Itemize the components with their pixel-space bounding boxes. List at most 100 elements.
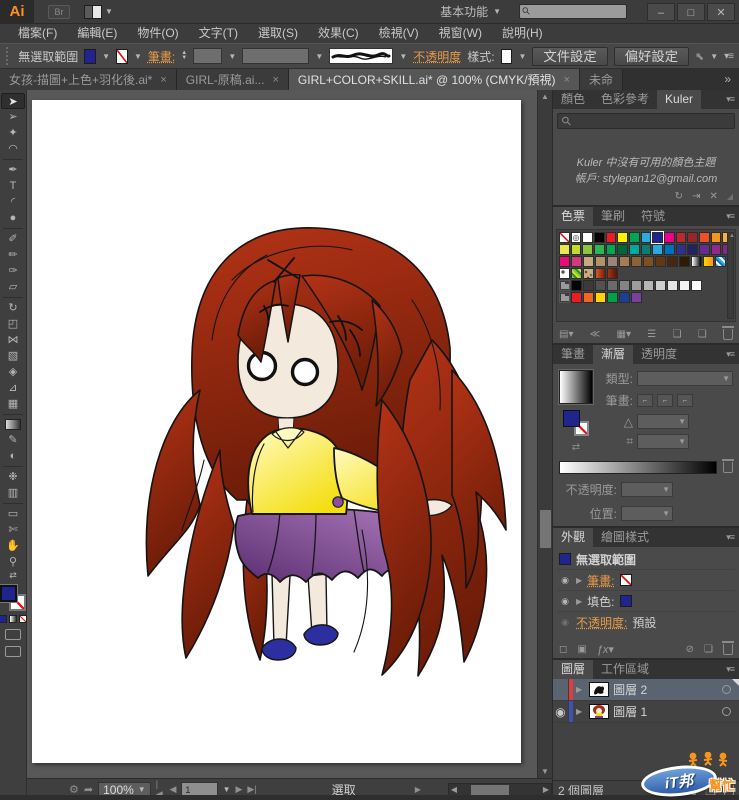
swatch[interactable] — [594, 244, 605, 255]
resize-grip-icon[interactable]: ◢ — [727, 192, 733, 201]
visibility-eye-icon[interactable]: ◉ — [553, 701, 569, 722]
swatch[interactable] — [651, 231, 665, 244]
scroll-down-icon[interactable]: ▼ — [538, 767, 552, 776]
prev-page-icon[interactable]: ◀ — [169, 784, 176, 795]
swatch[interactable] — [607, 280, 618, 291]
tab-color-guide[interactable]: 色彩參考 — [593, 90, 657, 109]
swatch-pattern[interactable] — [583, 268, 594, 279]
chevron-down-icon[interactable]: ▼ — [134, 52, 142, 61]
layer-row-2[interactable]: ▶ 圖層 2 — [553, 679, 739, 701]
line-segment-tool[interactable]: ◜ — [1, 194, 25, 210]
swatch-pattern[interactable] — [571, 268, 582, 279]
last-page-icon[interactable]: ▶| — [247, 784, 256, 795]
fill-indicator[interactable] — [0, 584, 18, 603]
width-tool[interactable]: ⋈ — [1, 332, 25, 348]
stroke-color-swatch[interactable] — [116, 48, 128, 64]
add-stroke-icon[interactable]: ◻ — [559, 644, 567, 655]
scale-tool[interactable]: ◰ — [1, 316, 25, 332]
gradient-position-select[interactable]: ▼ — [621, 506, 673, 521]
gradient-tool[interactable] — [5, 419, 21, 430]
expand-triangle-icon[interactable]: ▶ — [576, 707, 582, 716]
gradient-fill-stroke-indicator[interactable] — [563, 410, 589, 436]
document-tab[interactable]: 女孩-描圖+上色+羽化後.ai* × — [0, 69, 177, 90]
eyedropper-tool[interactable]: ✎ — [1, 432, 25, 448]
column-graph-tool[interactable]: ▥ — [1, 485, 25, 501]
artboard-tool[interactable]: ▭ — [1, 506, 25, 522]
swatch[interactable] — [595, 292, 606, 303]
swatch[interactable] — [675, 232, 687, 243]
zoom-tool[interactable]: ⚲ — [1, 554, 25, 570]
visibility-eye-icon[interactable]: ◉ — [559, 617, 571, 628]
swatch-folder[interactable] — [559, 292, 570, 303]
kuler-search-input[interactable]: ⚲ — [557, 113, 735, 129]
swatch[interactable] — [679, 256, 690, 267]
tab-color[interactable]: 顏色 — [553, 90, 593, 109]
stroke-gradient-across-icon[interactable]: ⌐ — [677, 394, 693, 407]
swatch[interactable] — [583, 256, 594, 267]
perspective-grid-tool[interactable]: ⊿ — [1, 380, 25, 396]
gradient-thumbnail[interactable] — [558, 369, 594, 405]
shape-builder-tool[interactable]: ◈ — [1, 364, 25, 380]
duplicate-item-icon[interactable]: ❏ — [704, 644, 713, 655]
panel-menu-icon[interactable]: ▾≡ — [721, 660, 739, 679]
swatch[interactable] — [571, 292, 582, 303]
canvas-area[interactable] — [27, 90, 537, 778]
swatch-scrollbar[interactable]: ▲ — [727, 232, 735, 319]
close-button[interactable]: ✕ — [707, 2, 735, 21]
gradient-aspect-select[interactable]: ▼ — [637, 434, 689, 449]
tab-symbols[interactable]: 符號 — [633, 207, 673, 226]
appearance-opacity-link[interactable]: 不透明度: — [576, 614, 627, 631]
swatch[interactable] — [652, 244, 664, 255]
new-color-group-icon[interactable]: ❏ — [673, 329, 682, 340]
visibility-eye-icon[interactable]: ◉ — [559, 575, 571, 586]
swatch[interactable] — [583, 280, 594, 291]
menu-effect[interactable]: 效果(C) — [308, 24, 369, 43]
scroll-up-icon[interactable]: ▲ — [538, 92, 552, 101]
stroke-gradient-within-icon[interactable]: ⌐ — [637, 394, 653, 407]
swatch[interactable] — [571, 256, 582, 267]
stroke-gradient-along-icon[interactable]: ⌐ — [657, 394, 673, 407]
swatch[interactable] — [582, 244, 594, 255]
show-swatch-kinds-icon[interactable]: ▦▾ — [617, 329, 631, 340]
swatch[interactable] — [667, 256, 678, 267]
layer-target-icon[interactable] — [722, 685, 731, 694]
panel-menu-icon[interactable]: ▾≡ — [721, 528, 739, 547]
swatch[interactable] — [640, 232, 652, 243]
visibility-eye-icon[interactable]: ◉ — [559, 596, 571, 607]
swatch[interactable] — [605, 244, 617, 255]
swatch[interactable] — [667, 280, 678, 291]
chevron-down-icon[interactable]: ▼ — [518, 52, 526, 61]
menu-select[interactable]: 選取(S) — [248, 24, 308, 43]
swatch-none[interactable] — [559, 232, 570, 243]
swatch[interactable] — [619, 280, 630, 291]
chevron-down-icon[interactable]: ▼ — [228, 52, 236, 61]
refresh-icon[interactable]: ↻ — [675, 191, 683, 202]
menu-view[interactable]: 檢視(V) — [369, 24, 429, 43]
next-page-icon[interactable]: ▶ — [235, 784, 242, 795]
add-fill-icon[interactable]: ▣ — [577, 644, 586, 655]
gradient-angle-select[interactable]: ▼ — [637, 414, 689, 429]
preferences-button[interactable]: 偏好設定 — [613, 46, 690, 66]
swatch-pattern[interactable] — [559, 268, 570, 279]
vertical-scroll-thumb[interactable] — [540, 510, 551, 548]
close-tab-icon[interactable]: × — [564, 74, 570, 86]
panel-menu-icon[interactable]: ▾≡ — [721, 207, 739, 226]
menu-file[interactable]: 檔案(F) — [8, 24, 67, 43]
none-button[interactable] — [19, 615, 27, 623]
status-expand-icon[interactable]: ▶ — [415, 785, 421, 794]
swatch-libraries-icon[interactable]: ▤▾ — [559, 329, 573, 340]
swatch[interactable] — [687, 244, 699, 255]
add-effect-icon[interactable]: ƒx▾ — [597, 643, 614, 656]
swatch[interactable] — [583, 292, 594, 303]
layer-target-icon[interactable] — [722, 707, 731, 716]
delete-swatch-icon[interactable] — [722, 325, 734, 340]
pen-tool[interactable]: ✒ — [1, 162, 25, 178]
arrange-documents-button[interactable]: ▼ — [84, 4, 113, 19]
swatch[interactable] — [710, 244, 722, 255]
fill-stroke-indicator[interactable] — [0, 584, 26, 611]
search-input[interactable]: ⚲ — [519, 4, 627, 19]
menu-object[interactable]: 物件(O) — [127, 24, 188, 43]
pencil-tool[interactable]: ✏ — [1, 247, 25, 263]
type-tool[interactable]: T — [1, 178, 25, 194]
chevron-down-icon[interactable]: ▼ — [223, 785, 231, 794]
